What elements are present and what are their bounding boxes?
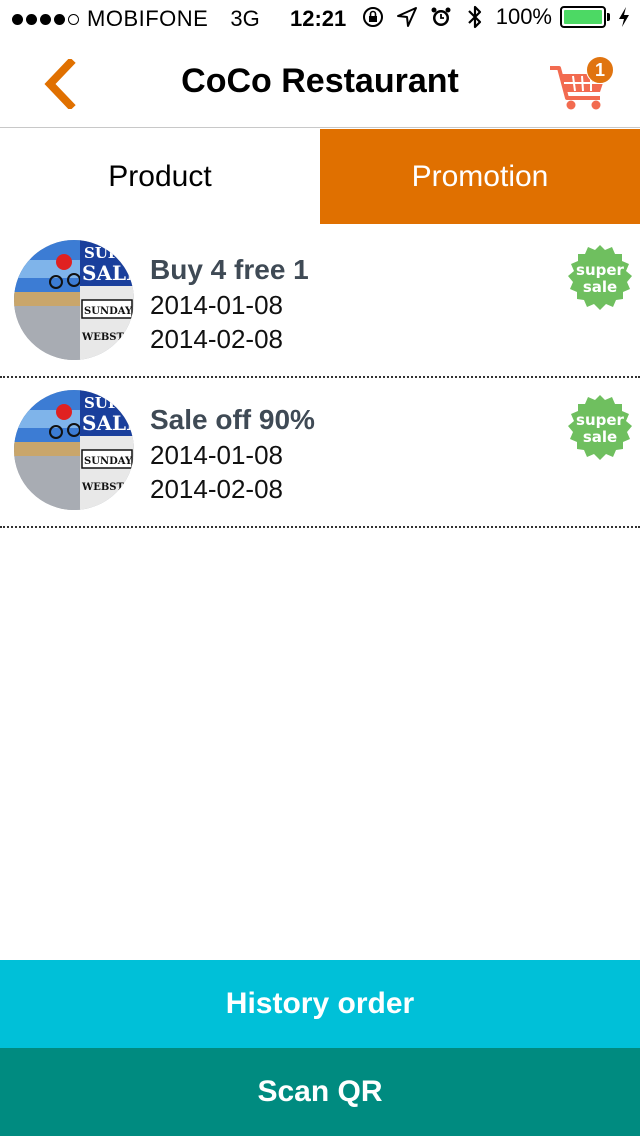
alarm-clock-icon — [428, 4, 454, 30]
badge-text-super: super — [576, 261, 625, 279]
promotion-thumbnail: SUPER SALE SUNDAY WEBSTORE — [14, 390, 134, 510]
badge-text-super: super — [576, 411, 625, 429]
location-arrow-icon — [394, 4, 420, 30]
status-left: MOBIFONE 3G — [12, 6, 260, 32]
promotion-end-date: 2014-02-08 — [150, 474, 283, 504]
cart-count-badge: 1 — [586, 56, 614, 84]
status-right: 100% — [360, 4, 630, 30]
bluetooth-icon — [462, 4, 488, 30]
tab-promotion[interactable]: Promotion — [320, 129, 640, 224]
signal-strength-icon — [12, 13, 79, 25]
segment-tabs: Product Promotion — [0, 129, 640, 224]
network-type: 3G — [230, 6, 260, 31]
promotion-start-date: 2014-01-08 — [150, 440, 283, 470]
battery-percent: 100% — [495, 4, 552, 29]
promotion-thumbnail: SUPER SALE SUNDAY WEBSTORE — [14, 240, 134, 360]
status-time: 12:21 — [290, 6, 347, 31]
promotion-title: Buy 4 free 1 — [150, 254, 309, 285]
navigation-bar: CoCo Restaurant 1 — [0, 40, 640, 128]
promotion-item[interactable]: SUPER SALE SUNDAY WEBSTORE Buy 4 free 1 … — [0, 228, 640, 378]
thumb-text-sunday: SUNDAY — [84, 306, 133, 317]
super-sale-badge: super sale — [566, 394, 634, 462]
carrier-name: MOBIFONE — [87, 6, 209, 31]
thumb-text-sale: SALE — [82, 411, 134, 435]
thumb-text-sale: SALE — [82, 261, 134, 285]
thumb-text-webstore: WEBSTORE — [81, 332, 134, 343]
battery-icon — [560, 6, 610, 28]
history-order-button[interactable]: History order — [0, 960, 640, 1048]
badge-text-sale: sale — [583, 278, 617, 296]
super-sale-badge: super sale — [566, 244, 634, 312]
promotion-end-date: 2014-02-08 — [150, 324, 283, 354]
thumb-text-webstore: WEBSTORE — [81, 482, 134, 493]
badge-text-sale: sale — [583, 428, 617, 446]
thumb-text-super: SUPER — [84, 244, 134, 262]
status-bar: MOBIFONE 3G 12:21 100% — [0, 0, 640, 40]
thumb-text-sunday: SUNDAY — [84, 456, 133, 467]
promotion-list: SUPER SALE SUNDAY WEBSTORE Buy 4 free 1 … — [0, 228, 640, 528]
promotion-title: Sale off 90% — [150, 404, 315, 435]
promotion-item[interactable]: SUPER SALE SUNDAY WEBSTORE Sale off 90% … — [0, 378, 640, 528]
cart-button[interactable]: 1 — [548, 54, 618, 114]
page-title: CoCo Restaurant — [181, 62, 459, 100]
rotation-lock-icon — [360, 4, 386, 30]
thumb-text-super: SUPER — [84, 394, 134, 412]
scan-qr-button[interactable]: Scan QR — [0, 1048, 640, 1136]
tab-product[interactable]: Product — [0, 129, 320, 224]
promotion-start-date: 2014-01-08 — [150, 290, 283, 320]
charging-bolt-icon — [618, 4, 630, 30]
